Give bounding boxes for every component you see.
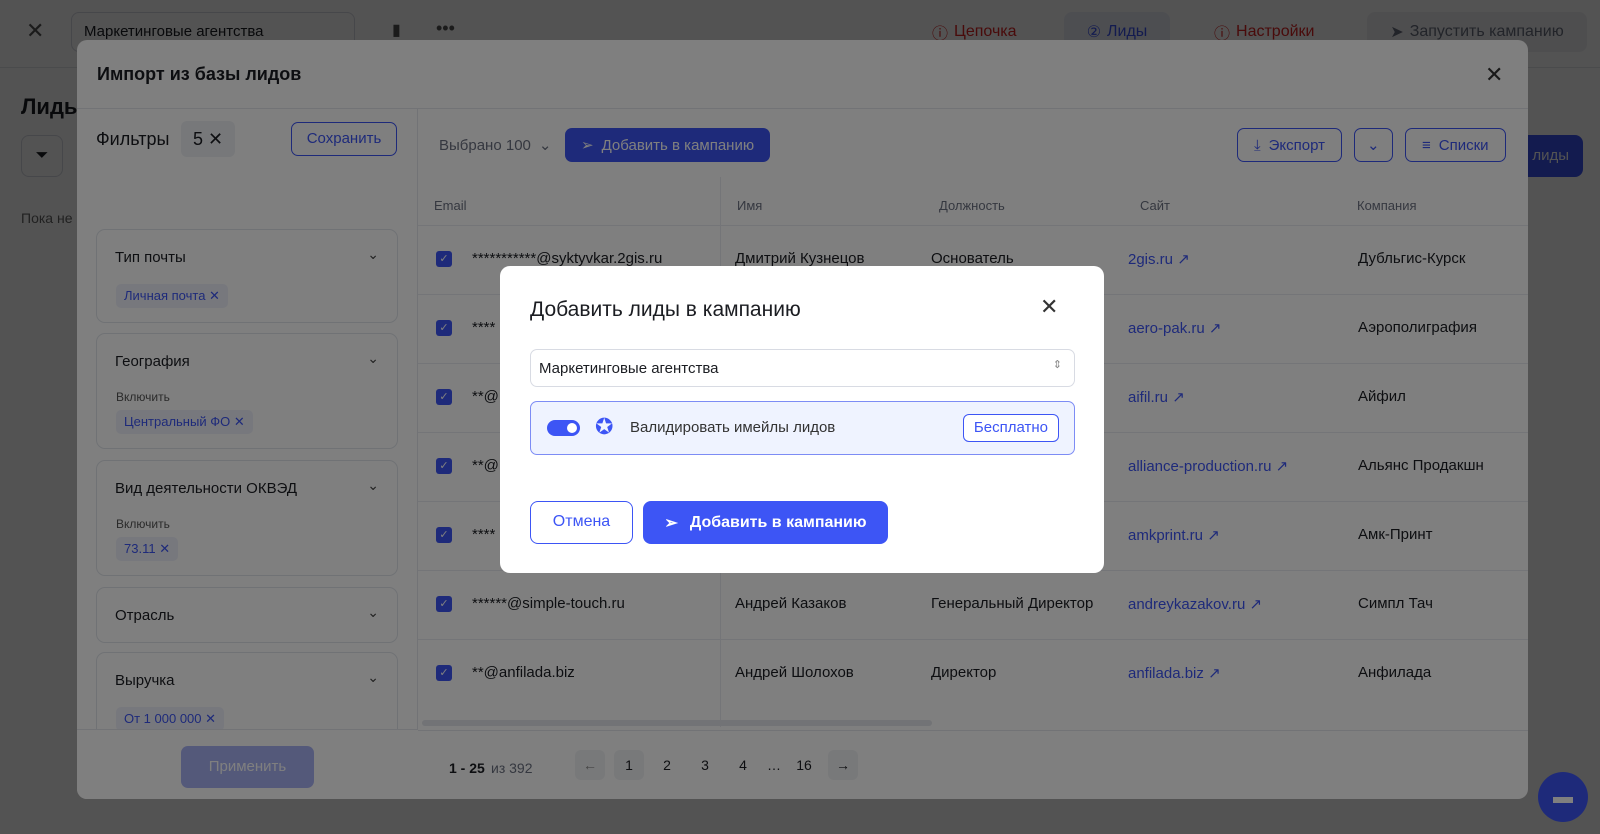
campaign-select[interactable]: Маркетинговые агентства ⇕ bbox=[530, 349, 1075, 387]
sort-icon: ⇕ bbox=[1052, 359, 1062, 371]
validate-emails-option: ✪ Валидировать имейлы лидов Бесплатно bbox=[530, 401, 1075, 455]
send-icon: ➢ bbox=[664, 514, 678, 532]
verified-badge-icon: ✪ bbox=[595, 414, 614, 439]
free-badge: Бесплатно bbox=[962, 414, 1059, 442]
confirm-add-button[interactable]: ➢ Добавить в кампанию bbox=[643, 501, 888, 544]
close-icon[interactable]: ✕ bbox=[1040, 294, 1058, 320]
dialog-title: Добавить лиды в кампанию bbox=[530, 298, 801, 321]
cancel-button[interactable]: Отмена bbox=[530, 501, 633, 544]
validate-toggle[interactable] bbox=[547, 420, 580, 436]
validate-label: Валидировать имейлы лидов bbox=[630, 419, 836, 436]
add-leads-dialog: Добавить лиды в кампанию ✕ Маркетинговые… bbox=[500, 266, 1104, 573]
